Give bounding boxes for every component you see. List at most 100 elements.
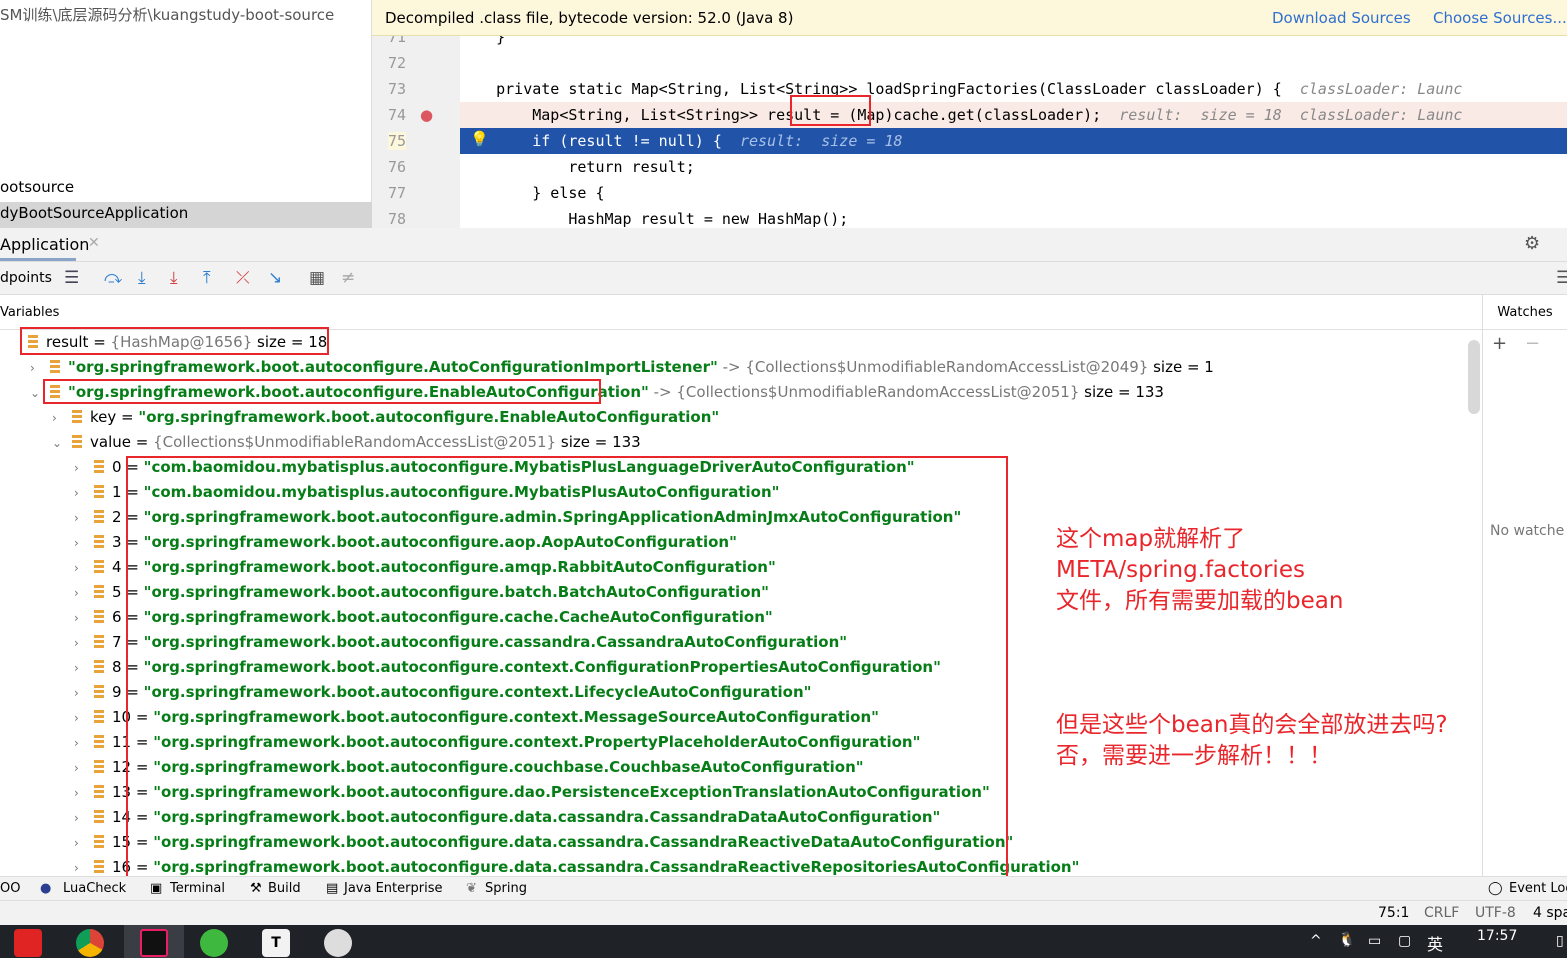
layout-menu-icon[interactable]: ☰ bbox=[1556, 268, 1567, 288]
expand-arrow-icon[interactable]: › bbox=[74, 506, 88, 531]
intention-bulb-icon[interactable]: 💡 bbox=[470, 130, 489, 148]
trace-stream-icon[interactable]: ≠ bbox=[341, 268, 355, 288]
choose-sources-link[interactable]: Choose Sources... bbox=[1433, 0, 1567, 36]
field-icon bbox=[94, 785, 104, 799]
line-number[interactable]: 77 bbox=[388, 184, 406, 202]
expand-arrow-icon[interactable]: › bbox=[74, 756, 88, 781]
status-bar: 75:1 CRLF UTF-8 4 spa bbox=[0, 900, 1567, 925]
expand-arrow-icon[interactable]: › bbox=[74, 631, 88, 656]
frames-menu-icon[interactable]: ☰ bbox=[64, 268, 79, 288]
qq-tray-icon[interactable]: 🐧 bbox=[1338, 932, 1355, 948]
variable-row[interactable]: › "org.springframework.boot.autoconfigure… bbox=[0, 355, 1214, 380]
notification-icon[interactable]: ▯ bbox=[1556, 933, 1564, 949]
collapse-arrow-icon[interactable]: ⌄ bbox=[30, 381, 44, 406]
expand-arrow-icon[interactable]: › bbox=[74, 731, 88, 756]
project-tree-node[interactable]: ootsource bbox=[0, 178, 74, 196]
chrome-icon[interactable] bbox=[76, 929, 104, 957]
variable-name: 6 bbox=[112, 608, 122, 626]
windows-taskbar: T ^ 🐧 ▭ ▢ 英 17:57 ▯ bbox=[0, 925, 1567, 958]
step-into-icon[interactable]: ⤓ bbox=[138, 268, 146, 288]
typora-icon[interactable]: T bbox=[262, 929, 290, 957]
step-out-icon[interactable]: ⤒ bbox=[203, 268, 211, 288]
run-to-cursor-icon[interactable]: ↘ bbox=[268, 268, 282, 288]
code-line[interactable]: if (result != null) { result: size = 18 bbox=[460, 128, 1567, 154]
field-icon bbox=[94, 510, 104, 524]
expand-arrow-icon[interactable]: › bbox=[74, 781, 88, 806]
line-number[interactable]: 74 bbox=[388, 106, 406, 124]
variable-row[interactable]: ⌄ value = {Collections$UnmodifiableRandom… bbox=[0, 430, 641, 455]
expand-arrow-icon[interactable]: › bbox=[74, 481, 88, 506]
field-icon bbox=[94, 485, 104, 499]
expand-arrow-icon[interactable]: › bbox=[52, 406, 66, 431]
line-number[interactable]: 76 bbox=[388, 158, 406, 176]
code-line[interactable] bbox=[460, 50, 1567, 76]
tool-spring[interactable]: Spring bbox=[485, 877, 527, 901]
intellij-taskbar-item[interactable] bbox=[124, 925, 184, 958]
code-editor[interactable]: 71 } 72 73 private static Map<String, List… bbox=[372, 0, 1567, 228]
line-number[interactable]: 73 bbox=[388, 80, 406, 98]
step-over-icon[interactable]: ⤼ bbox=[104, 268, 122, 288]
expand-arrow-icon[interactable]: › bbox=[74, 806, 88, 831]
editor-gutter[interactable] bbox=[372, 36, 460, 228]
ime-indicator[interactable]: 英 bbox=[1427, 931, 1443, 955]
line-separator[interactable]: CRLF bbox=[1424, 901, 1459, 926]
tool-todo[interactable]: OO bbox=[0, 877, 20, 901]
file-encoding[interactable]: UTF-8 bbox=[1475, 901, 1516, 926]
tray-expand-icon[interactable]: ^ bbox=[1310, 933, 1322, 949]
code-line[interactable]: HashMap result = new HashMap(); bbox=[460, 206, 1567, 228]
variables-scrollbar[interactable] bbox=[1468, 340, 1480, 414]
force-step-into-icon[interactable]: ⤓ bbox=[170, 268, 178, 288]
expand-arrow-icon[interactable]: › bbox=[74, 831, 88, 856]
netease-music-icon[interactable] bbox=[14, 929, 42, 957]
gear-icon[interactable]: ⚙ bbox=[1524, 233, 1540, 254]
project-tree-node-selected[interactable]: dyBootSourceApplication bbox=[0, 202, 372, 228]
java-enterprise-icon: ▤ bbox=[326, 881, 339, 896]
expand-arrow-icon[interactable]: › bbox=[74, 656, 88, 681]
remove-watch-icon[interactable]: − bbox=[1525, 333, 1540, 354]
code-line[interactable]: } else { bbox=[460, 180, 1567, 206]
intellij-icon bbox=[140, 929, 168, 957]
tool-build[interactable]: Build bbox=[268, 877, 301, 901]
download-sources-link[interactable]: Download Sources bbox=[1272, 0, 1411, 36]
tool-luacheck[interactable]: LuaCheck bbox=[63, 877, 126, 901]
highlight-box-enable-autoconfig bbox=[43, 379, 601, 404]
line-number[interactable]: 78 bbox=[388, 210, 406, 228]
code-line[interactable]: Map<String, List<String>> result = (Map)… bbox=[460, 102, 1567, 128]
breakpoint-icon[interactable]: ● bbox=[420, 106, 433, 124]
field-icon bbox=[94, 735, 104, 749]
code-line[interactable]: return result; bbox=[460, 154, 1567, 180]
expand-arrow-icon[interactable]: › bbox=[30, 356, 44, 381]
tool-terminal[interactable]: Terminal bbox=[170, 877, 225, 901]
variable-row[interactable]: › key = "org.springframework.boot.autocon… bbox=[0, 405, 719, 430]
network-icon[interactable]: ▢ bbox=[1398, 933, 1411, 949]
tool-java-enterprise[interactable]: Java Enterprise bbox=[344, 877, 442, 901]
expand-arrow-icon[interactable]: › bbox=[74, 581, 88, 606]
avatar-app-icon[interactable] bbox=[324, 929, 352, 957]
drop-frame-icon[interactable]: ⤫ bbox=[236, 268, 250, 288]
expand-arrow-icon[interactable]: › bbox=[74, 531, 88, 556]
expand-arrow-icon[interactable]: › bbox=[74, 681, 88, 706]
code-line[interactable]: private static Map<String, List<String>>… bbox=[460, 76, 1567, 102]
expand-arrow-icon[interactable]: › bbox=[74, 456, 88, 481]
tab-application[interactable]: Application bbox=[0, 235, 89, 261]
field-icon bbox=[94, 560, 104, 574]
variable-name: 4 bbox=[112, 558, 122, 576]
evaluate-expression-icon[interactable]: ▦ bbox=[309, 268, 325, 288]
collapse-arrow-icon[interactable]: ⌄ bbox=[52, 431, 66, 456]
expand-arrow-icon[interactable]: › bbox=[74, 706, 88, 731]
battery-icon[interactable]: ▭ bbox=[1368, 933, 1381, 949]
caret-position[interactable]: 75:1 bbox=[1378, 901, 1409, 926]
wechat-icon[interactable] bbox=[200, 929, 228, 957]
tool-event-log[interactable]: Event Log bbox=[1509, 877, 1567, 901]
expand-arrow-icon[interactable]: › bbox=[74, 606, 88, 631]
add-watch-icon[interactable]: + bbox=[1492, 333, 1507, 354]
debug-tab-bar: Application ✕ ⚙ bbox=[0, 228, 1567, 262]
size-value: size = 133 bbox=[556, 433, 641, 451]
indent-setting[interactable]: 4 spa bbox=[1533, 901, 1567, 926]
line-number[interactable]: 72 bbox=[388, 54, 406, 72]
clock-time[interactable]: 17:57 bbox=[1477, 928, 1517, 944]
field-icon bbox=[94, 860, 104, 874]
expand-arrow-icon[interactable]: › bbox=[74, 556, 88, 581]
line-number[interactable]: 75 bbox=[388, 132, 407, 150]
close-tab-icon[interactable]: ✕ bbox=[88, 235, 100, 251]
